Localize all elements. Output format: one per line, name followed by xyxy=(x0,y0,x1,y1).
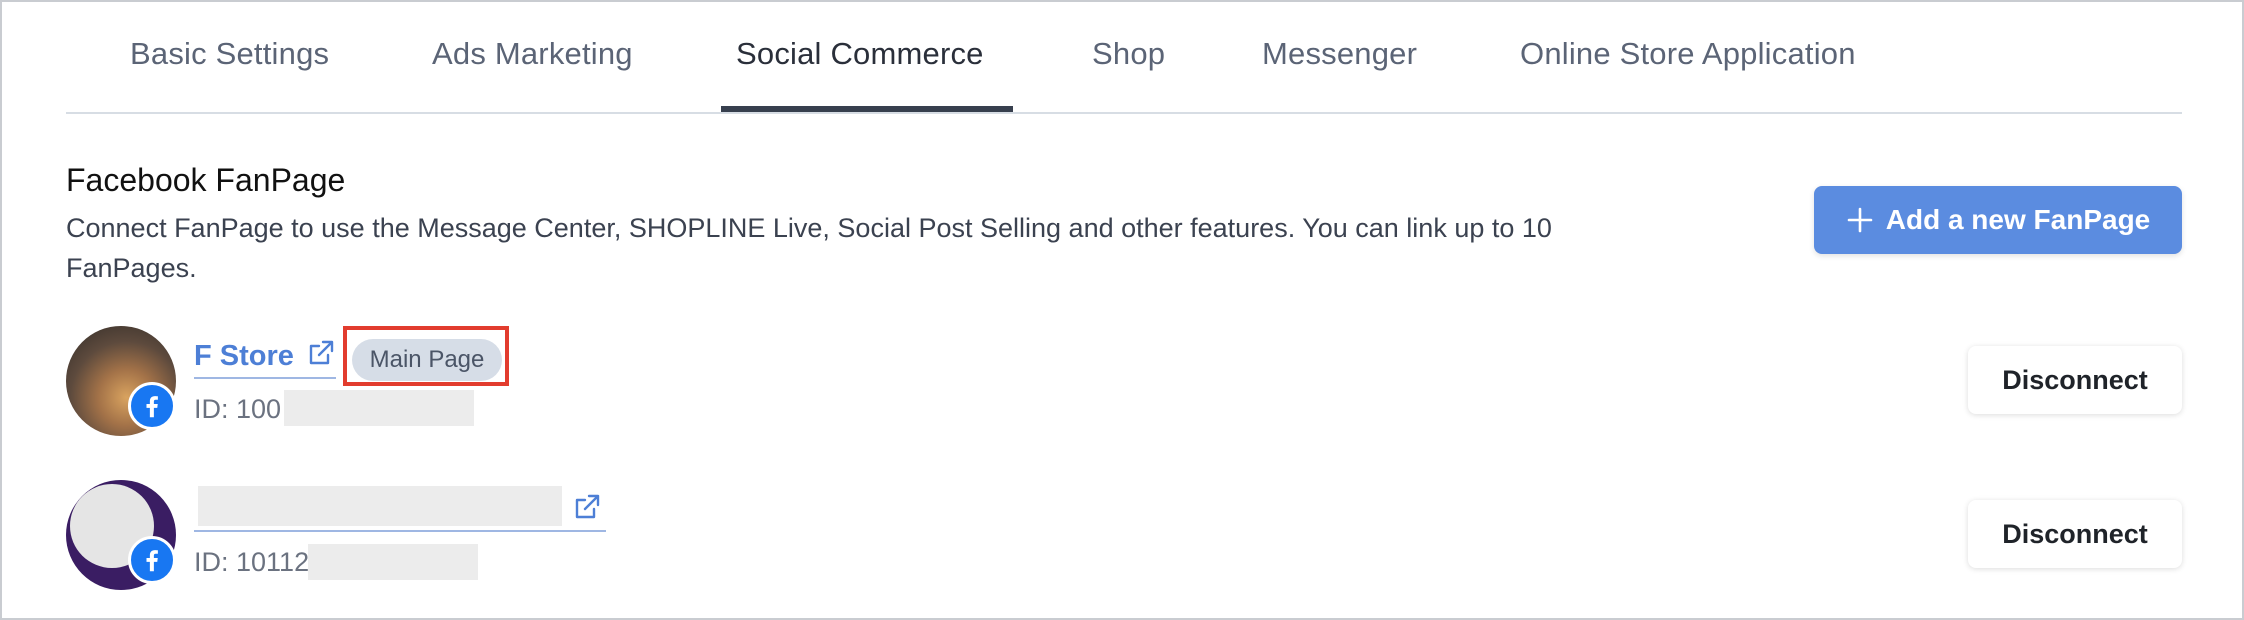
disconnect-button[interactable]: Disconnect xyxy=(1968,346,2182,414)
fanpage-name-link[interactable]: F Store xyxy=(194,338,336,379)
external-link-icon[interactable] xyxy=(306,338,336,368)
tab-basic-settings[interactable]: Basic Settings xyxy=(130,36,329,114)
facebook-icon xyxy=(128,382,176,430)
highlight-annotation xyxy=(343,326,509,386)
fanpage-id: ID: 100 xyxy=(194,394,282,424)
fanpage-avatar xyxy=(66,480,176,590)
add-fanpage-label: Add a new FanPage xyxy=(1885,204,2151,235)
fanpage-name: F Store xyxy=(194,340,294,372)
section-title: Facebook FanPage xyxy=(66,162,346,198)
disconnect-button[interactable]: Disconnect xyxy=(1968,500,2182,568)
redacted-id xyxy=(308,544,478,580)
redacted-id xyxy=(284,390,474,426)
add-fanpage-button[interactable]: Add a new FanPage xyxy=(1814,186,2182,254)
section-description: Connect FanPage to use the Message Cente… xyxy=(66,213,1552,283)
tab-ads-marketing[interactable]: Ads Marketing xyxy=(432,36,633,114)
tab-online-store-application[interactable]: Online Store Application xyxy=(1520,36,1856,114)
external-link-icon[interactable] xyxy=(572,492,602,522)
facebook-icon xyxy=(128,536,176,584)
tab-messenger[interactable]: Messenger xyxy=(1262,36,1417,114)
redacted-name xyxy=(198,486,562,526)
fanpage-name-underline xyxy=(194,530,606,532)
tab-shop[interactable]: Shop xyxy=(1092,36,1165,114)
active-tab-indicator xyxy=(721,106,1013,112)
fanpage-id: ID: 10112 xyxy=(194,547,310,577)
settings-tabs: Basic Settings Ads Marketing Social Comm… xyxy=(66,2,2182,114)
fanpage-avatar xyxy=(66,326,176,436)
tab-social-commerce[interactable]: Social Commerce xyxy=(736,36,984,114)
fanpage-settings-panel: Basic Settings Ads Marketing Social Comm… xyxy=(0,0,2244,620)
plus-icon xyxy=(1847,207,1873,233)
